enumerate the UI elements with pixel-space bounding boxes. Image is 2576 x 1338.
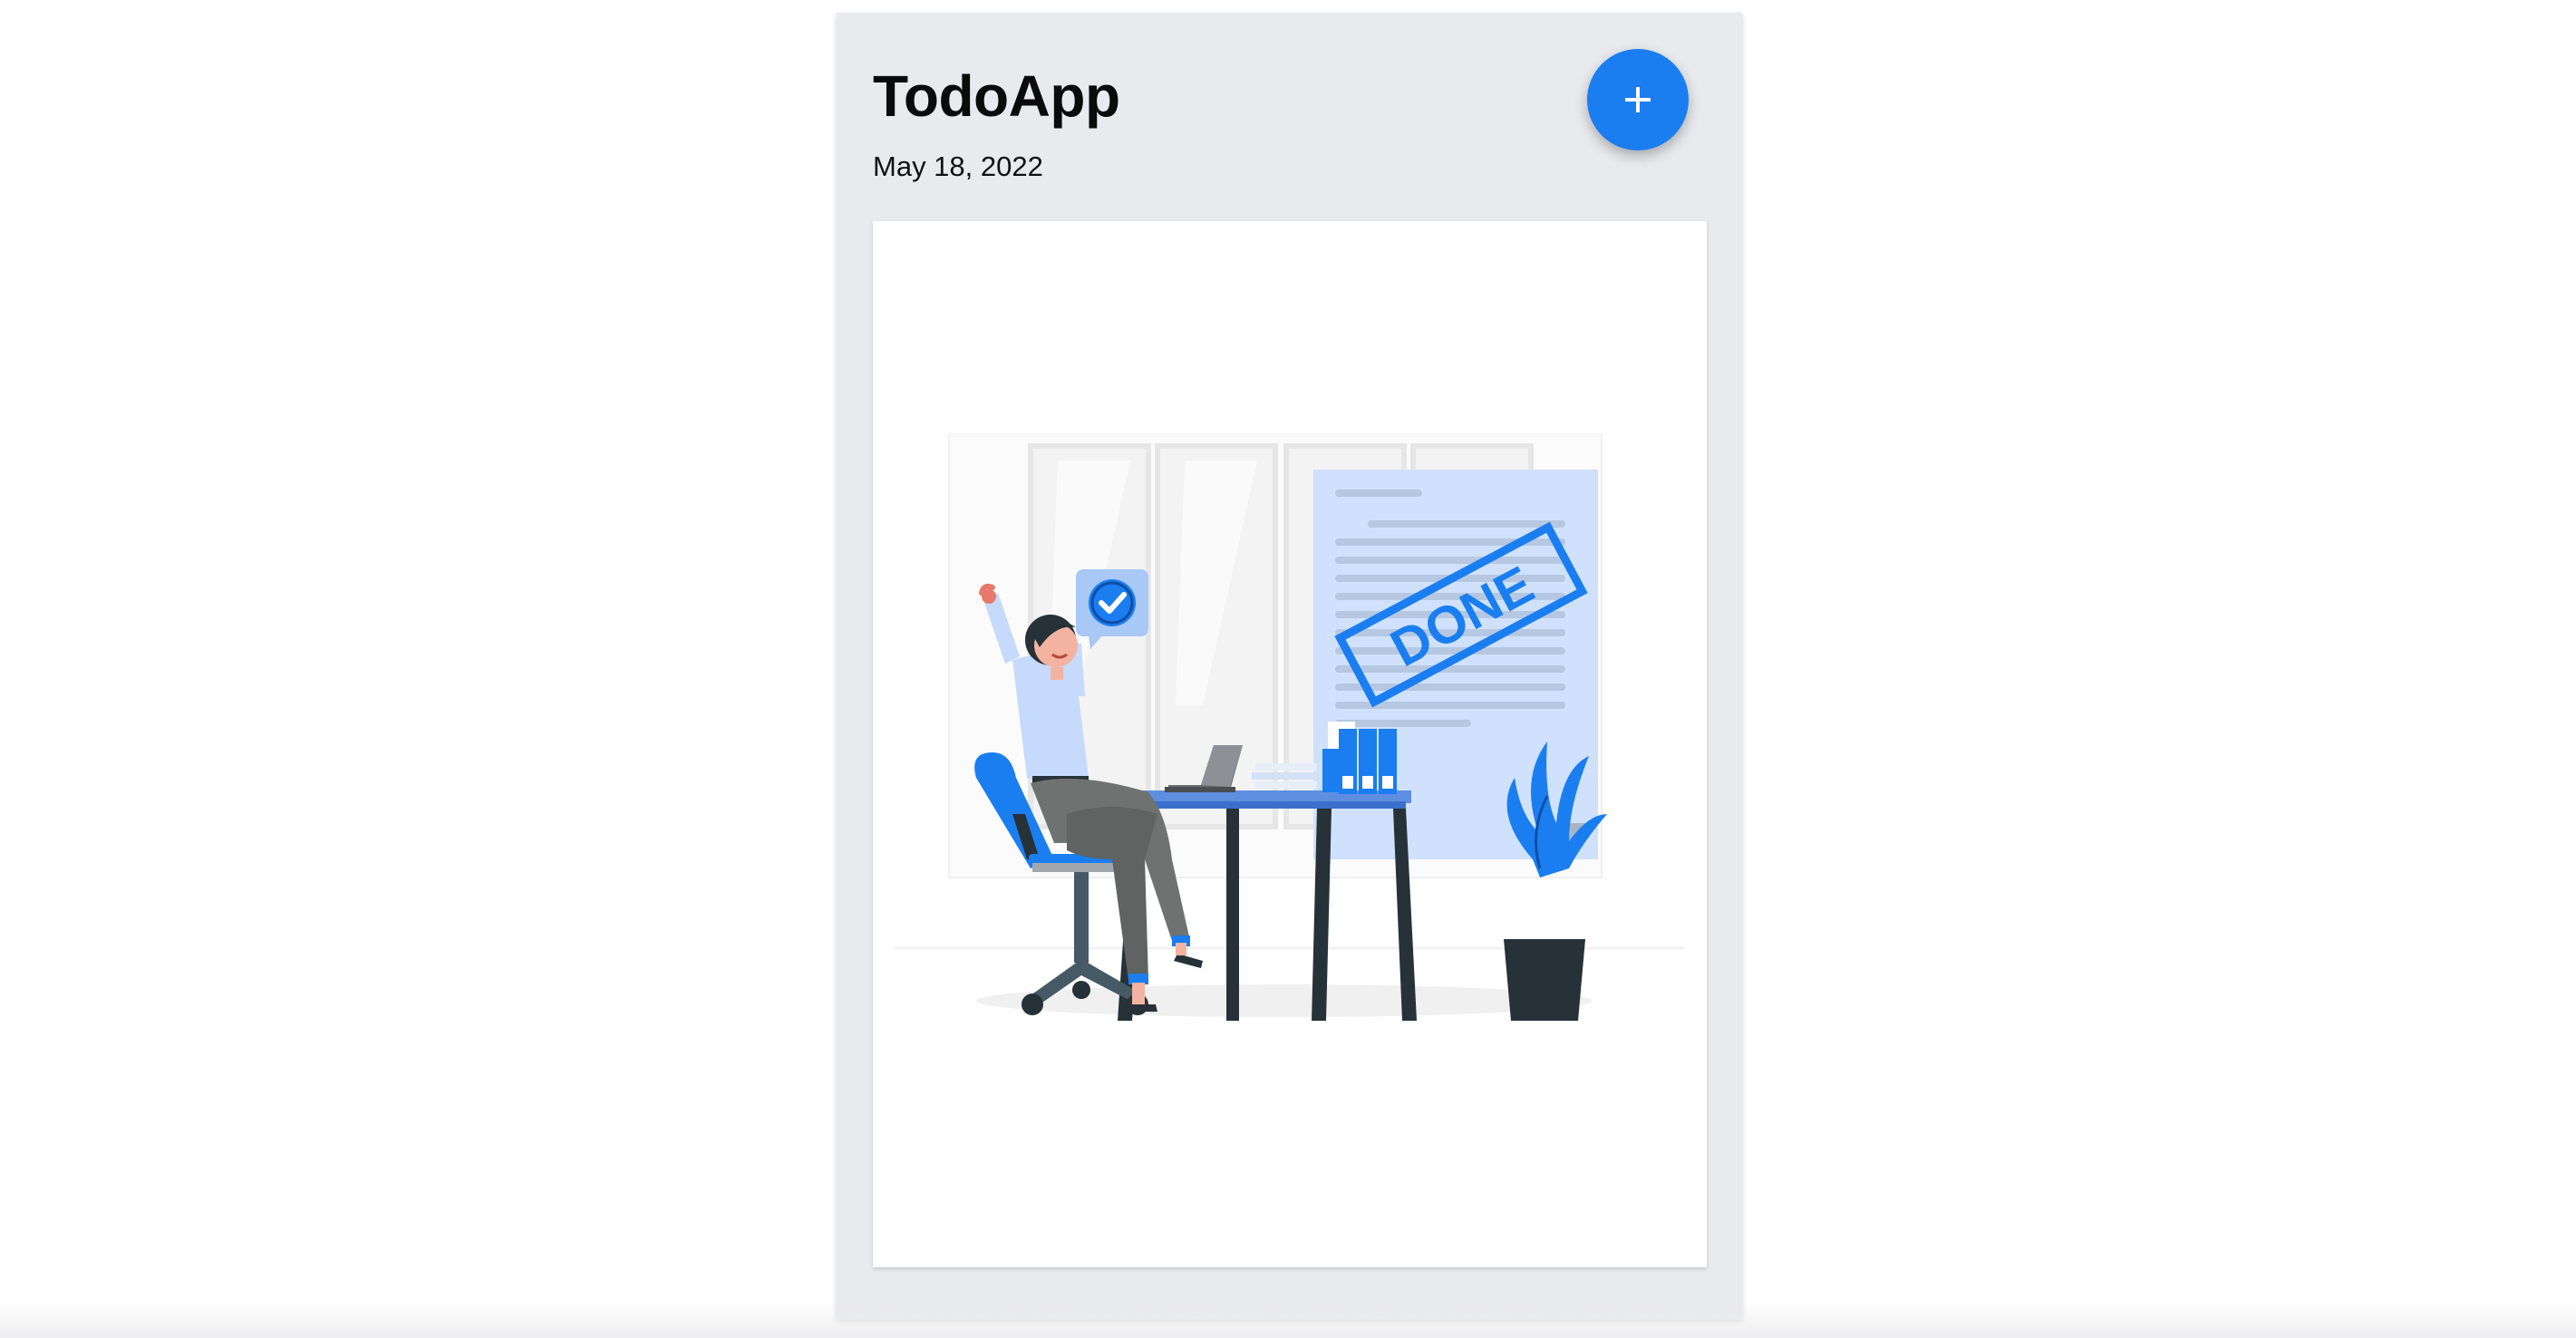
empty-state-card: DONE: [873, 221, 1707, 1267]
current-date: May 18, 2022: [873, 150, 1043, 182]
tasks-done-illustration: DONE: [895, 433, 1685, 1021]
todo-app-panel: TodoApp May 18, 2022 DONE: [837, 13, 1742, 1320]
app-title: TodoApp: [873, 63, 1120, 129]
add-todo-button[interactable]: [1587, 49, 1689, 150]
plus-icon: [1625, 87, 1651, 112]
page: TodoApp May 18, 2022 DONE: [0, 0, 2576, 1338]
floor-shadow: [976, 984, 1593, 1017]
page-bottom-shade: [0, 1302, 2576, 1338]
